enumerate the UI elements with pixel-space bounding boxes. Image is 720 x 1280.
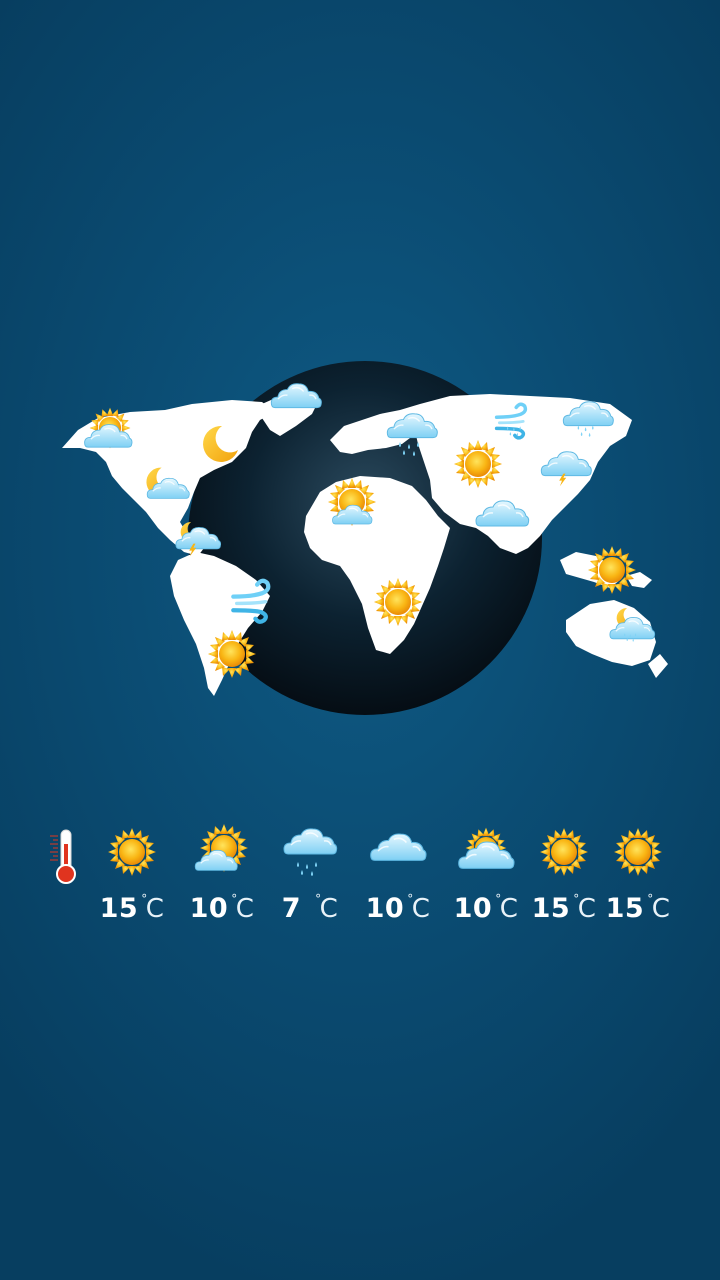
sun-icon[interactable]: [454, 440, 502, 488]
forecast-temp-7: 15 °C: [598, 892, 678, 924]
sun-cloud-icon[interactable]: [328, 478, 376, 526]
forecast-temp-3: 7 °C: [270, 892, 350, 924]
forecast-temp-4: 10 °C: [358, 892, 438, 924]
temp-value: 15: [99, 893, 139, 924]
sun-icon[interactable]: [588, 546, 636, 594]
unit-letter: C: [411, 894, 431, 924]
temp-unit: °C: [407, 892, 431, 924]
sun-icon: [540, 828, 588, 876]
forecast-day-2[interactable]: 10 °C: [182, 820, 262, 930]
forecast-day-3[interactable]: 7 °C: [270, 820, 350, 930]
forecast-temp-6: 15 °C: [524, 892, 604, 924]
cloud-icon: [369, 833, 427, 862]
unit-letter: C: [235, 894, 255, 924]
sun-icon[interactable]: [208, 630, 256, 678]
temp-unit: °C: [231, 892, 255, 924]
forecast-row: 15 °C 10 °C 7 °C 10 °C 10 °C 15 °C 15 °C: [0, 820, 720, 930]
temp-value: 10: [365, 893, 405, 924]
temp-unit: °C: [315, 892, 339, 924]
forecast-temp-2: 10 °C: [182, 892, 262, 924]
temp-value: 10: [189, 893, 229, 924]
temp-unit: °C: [141, 892, 165, 924]
unit-letter: C: [651, 894, 671, 924]
forecast-temp-1: 15 °C: [92, 892, 172, 924]
sun-icon: [108, 828, 156, 876]
temp-value: 10: [453, 893, 493, 924]
world-weather-map: [62, 361, 668, 715]
forecast-day-1[interactable]: 15 °C: [92, 820, 172, 930]
unit-letter: C: [577, 894, 597, 924]
forecast-day-4[interactable]: 10 °C: [358, 820, 438, 930]
unit-letter: C: [499, 894, 519, 924]
forecast-day-5[interactable]: 10 °C: [446, 820, 526, 930]
temp-unit: °C: [495, 892, 519, 924]
sun-icon: [614, 828, 662, 876]
unit-letter: C: [319, 894, 339, 924]
forecast-day-6[interactable]: 15 °C: [524, 820, 604, 930]
temp-value: 15: [531, 893, 571, 924]
forecast-temp-5: 10 °C: [446, 892, 526, 924]
thermometer-icon: [50, 829, 76, 884]
sun-icon[interactable]: [374, 578, 422, 626]
cloud-rain-icon: [283, 828, 338, 876]
temp-unit: °C: [573, 892, 597, 924]
unit-letter: C: [145, 894, 165, 924]
forecast-day-7[interactable]: 15 °C: [598, 820, 678, 930]
temp-value: 15: [605, 893, 645, 924]
cloud-sun-icon: [457, 827, 515, 870]
temp-value: 7: [281, 893, 302, 924]
temp-unit: °C: [647, 892, 671, 924]
weather-screen: 15 °C 10 °C 7 °C 10 °C 10 °C 15 °C 15 °C: [0, 0, 720, 1280]
sun-cloud-icon: [194, 824, 248, 872]
